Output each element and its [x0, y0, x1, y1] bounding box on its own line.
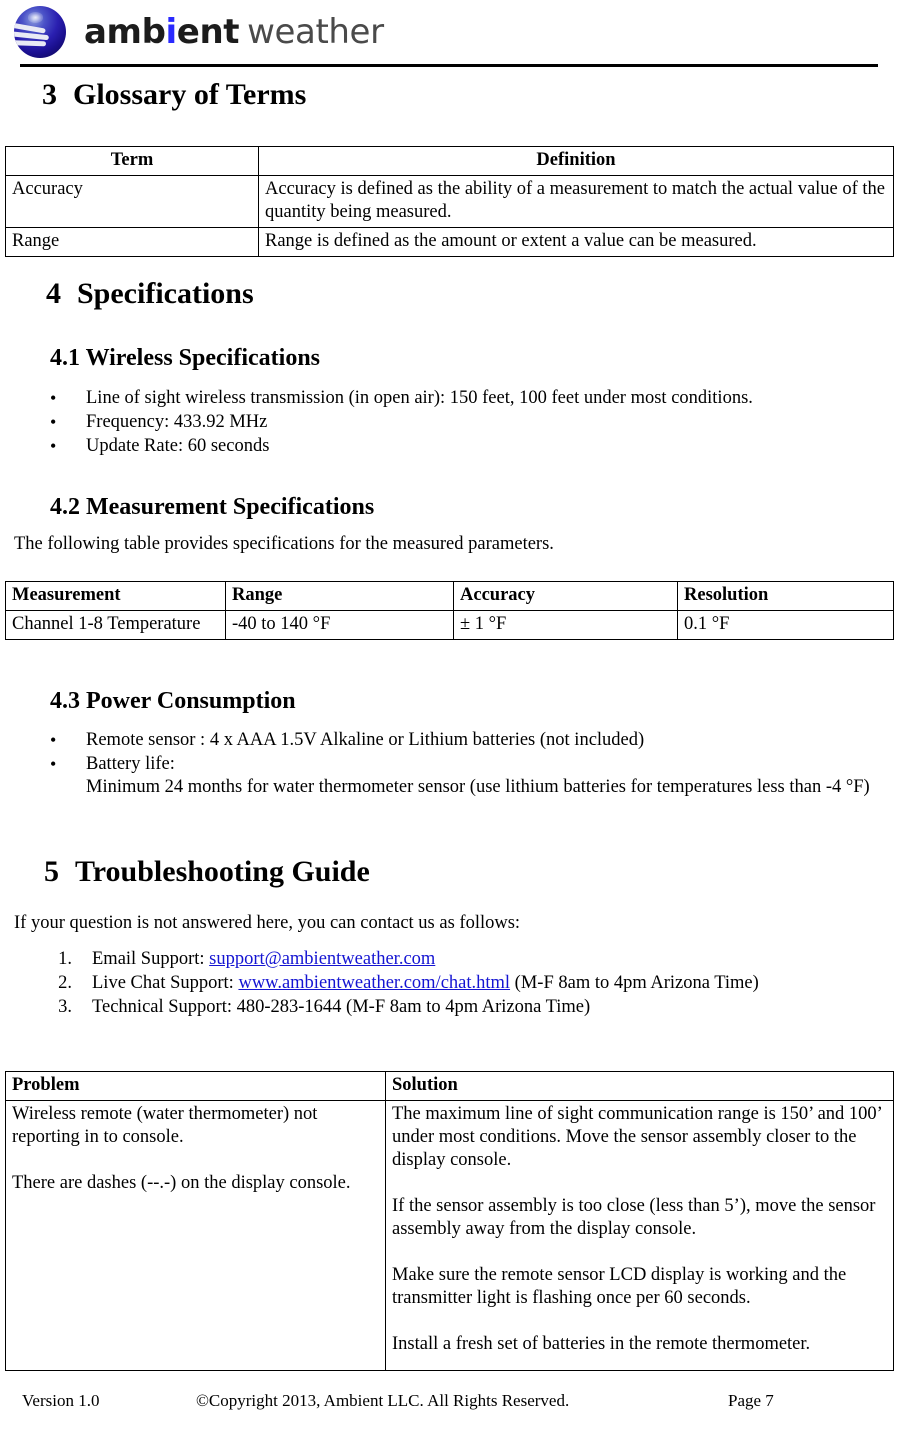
heading-number: 5: [44, 855, 59, 888]
live-chat-link[interactable]: www.ambientweather.com/chat.html: [238, 973, 510, 993]
contact-list: 1. Email Support: support@ambientweather.…: [40, 948, 885, 1020]
footer-copyright: ©Copyright 2013, Ambient LLC. All Rights…: [196, 1391, 570, 1410]
list-item: • Remote sensor : 4 x AAA 1.5V Alkaline o…: [40, 729, 885, 752]
column-header-solution: Solution: [385, 1071, 894, 1101]
page-footer: Version 1.0 ©Copyright 2013, Ambient LLC…: [0, 1390, 898, 1420]
problem-text-1: Wireless remote (water thermometer) not …: [12, 1104, 318, 1147]
footer-page-number: Page 7: [728, 1391, 774, 1410]
contact-label: Technical Support: 480-283-1644 (M-F 8am…: [92, 997, 591, 1017]
table-row: Wireless remote (water thermometer) not …: [5, 1100, 894, 1371]
brand-logo: ambient weather: [14, 5, 384, 59]
list-marker: 3.: [58, 997, 72, 1017]
problem-text-2: There are dashes (--.-) on the display c…: [12, 1173, 351, 1193]
bullet-icon: •: [50, 388, 57, 408]
heading-specifications: 4 Specifications: [46, 277, 254, 311]
footer-version: Version 1.0: [22, 1391, 100, 1410]
heading-text: Specifications: [77, 277, 254, 310]
bullet-icon: •: [50, 436, 57, 456]
column-header-definition: Definition: [258, 146, 894, 176]
heading-text: Troubleshooting Guide: [75, 855, 370, 888]
list-item-live-chat-support: 2. Live Chat Support: www.ambientweather.…: [40, 972, 885, 995]
brand-name-bold: ambient: [84, 12, 240, 52]
glossary-table: Term Definition Accuracy Accuracy is def…: [5, 146, 894, 257]
column-header-term: Term: [5, 146, 259, 176]
table-header-row: Problem Solution: [5, 1071, 894, 1101]
heading-troubleshooting: 5 Troubleshooting Guide: [44, 855, 370, 889]
heading-power-consumption: 4.3 Power Consumption: [50, 688, 296, 714]
term-cell: Accuracy: [5, 175, 259, 228]
solution-cell: The maximum line of sight communication …: [385, 1100, 894, 1371]
list-item: • Battery life: Minimum 24 months for wate…: [40, 753, 885, 799]
battery-life-detail: Minimum 24 months for water thermometer …: [86, 777, 870, 797]
list-item-text: Remote sensor : 4 x AAA 1.5V Alkaline or…: [86, 730, 645, 750]
heading-measurement-specifications: 4.2 Measurement Specifications: [50, 494, 375, 520]
table-row: Range Range is defined as the amount or …: [5, 227, 894, 257]
troubleshooting-table: Problem Solution Wireless remote (water …: [5, 1071, 894, 1371]
list-item-text: Update Rate: 60 seconds: [86, 436, 270, 456]
definition-cell: Range is defined as the amount or extent…: [258, 227, 894, 257]
measurement-cell: Channel 1-8 Temperature: [5, 610, 226, 640]
globe-highlight: [27, 12, 44, 23]
email-support-link[interactable]: support@ambientweather.com: [209, 949, 435, 969]
column-header-accuracy: Accuracy: [453, 581, 678, 611]
list-item-technical-support: 3. Technical Support: 480-283-1644 (M-F 8…: [40, 996, 885, 1019]
range-cell: -40 to 140 °F: [225, 610, 454, 640]
page-header: ambient weather: [0, 0, 898, 72]
bullet-icon: •: [50, 412, 57, 432]
document-page: ambient weather 3 Glossary of Terms Term D…: [0, 0, 898, 1441]
contact-suffix: (M-F 8am to 4pm Arizona Time): [510, 973, 759, 993]
term-cell: Range: [5, 227, 259, 257]
globe-stripe: [14, 40, 47, 47]
accuracy-cell: ± 1 °F: [453, 610, 678, 640]
globe-icon: [14, 6, 66, 58]
list-item-text: Line of sight wireless transmission (in …: [86, 388, 753, 408]
list-item-text: Frequency: 433.92 MHz: [86, 412, 268, 432]
heading-text: Glossary of Terms: [73, 78, 307, 111]
bullet-icon: •: [50, 754, 57, 774]
wireless-spec-list: • Line of sight wireless transmission (in…: [40, 387, 880, 459]
power-consumption-list: • Remote sensor : 4 x AAA 1.5V Alkaline o…: [40, 729, 885, 800]
heading-wireless-specifications: 4.1 Wireless Specifications: [50, 345, 320, 371]
brand-accent-dot: i: [165, 12, 178, 52]
measurement-specs-table: Measurement Range Accuracy Resolution Ch…: [5, 581, 894, 640]
column-header-range: Range: [225, 581, 454, 611]
list-item: • Frequency: 433.92 MHz: [40, 411, 880, 434]
table-header-row: Measurement Range Accuracy Resolution: [5, 581, 894, 611]
brand-wordmark: ambient weather: [84, 12, 384, 52]
troubleshooting-intro-text: If your question is not answered here, y…: [14, 913, 521, 933]
table-header-row: Term Definition: [5, 146, 894, 176]
table-row: Accuracy Accuracy is defined as the abil…: [5, 175, 894, 228]
problem-cell: Wireless remote (water thermometer) not …: [5, 1100, 386, 1371]
list-marker: 1.: [58, 949, 72, 969]
brand-name-light: weather: [247, 12, 384, 52]
column-header-measurement: Measurement: [5, 581, 226, 611]
table-row: Channel 1-8 Temperature -40 to 140 °F ± …: [5, 610, 894, 640]
heading-number: 4: [46, 277, 61, 310]
list-item-email-support: 1. Email Support: support@ambientweather.…: [40, 948, 885, 971]
heading-number: 3: [42, 78, 57, 111]
heading-glossary: 3 Glossary of Terms: [42, 78, 306, 112]
contact-label: Email Support:: [92, 949, 210, 969]
list-marker: 2.: [58, 973, 72, 993]
solution-text-1: The maximum line of sight communication …: [392, 1104, 882, 1170]
list-item-text: Battery life:: [86, 754, 175, 774]
resolution-cell: 0.1 °F: [677, 610, 894, 640]
header-divider: [20, 64, 878, 67]
bullet-icon: •: [50, 730, 57, 750]
list-item: • Update Rate: 60 seconds: [40, 435, 880, 458]
measurement-intro-text: The following table provides specificati…: [14, 534, 554, 554]
solution-text-4: Install a fresh set of batteries in the …: [392, 1334, 811, 1354]
definition-cell: Accuracy is defined as the ability of a …: [258, 175, 894, 228]
solution-text-3: Make sure the remote sensor LCD display …: [392, 1265, 847, 1308]
column-header-resolution: Resolution: [677, 581, 894, 611]
solution-text-2: If the sensor assembly is too close (les…: [392, 1196, 876, 1239]
column-header-problem: Problem: [5, 1071, 386, 1101]
list-item: • Line of sight wireless transmission (in…: [40, 387, 880, 410]
contact-label: Live Chat Support:: [92, 973, 239, 993]
